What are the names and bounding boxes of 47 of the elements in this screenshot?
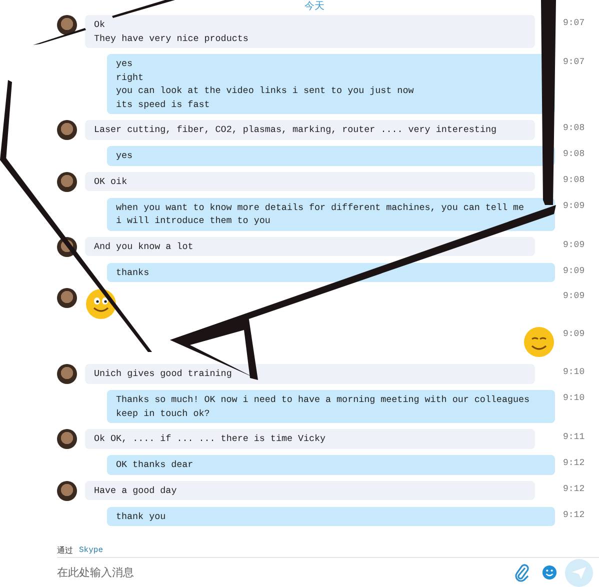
message-time: 9:08 — [563, 122, 586, 133]
message-bubble: yes — [107, 146, 555, 166]
message-time: 9:12 — [563, 482, 586, 494]
contact-avatar[interactable] — [57, 429, 77, 449]
skype-link[interactable]: Skype — [79, 546, 104, 554]
message-time: 9:08 — [563, 174, 586, 184]
message-bubble: Ok They have very nice products — [85, 15, 535, 48]
via-label: 通过 — [57, 544, 73, 556]
send-icon — [571, 566, 587, 580]
message-time: 9:12 — [563, 457, 586, 468]
contact-avatar[interactable] — [57, 480, 77, 500]
message-input-field[interactable]: 在此处输入消息 — [57, 566, 514, 579]
message-time: 9:09 — [563, 290, 586, 301]
smiley-emoji-icon — [523, 326, 555, 358]
date-divider: 今天 — [304, 0, 324, 13]
message-bubble: Thanks so much! OK now i need to have a morning meeting with our colleagues keep in touch ok? — [107, 390, 555, 423]
message-time: 9:09 — [563, 264, 586, 276]
message-bubble: And you know a lot — [85, 236, 535, 256]
message-time: 9:10 — [563, 366, 586, 377]
emoji-icon[interactable] — [542, 565, 557, 580]
message-time: 9:09 — [563, 200, 586, 210]
message-bubble: thanks — [107, 262, 555, 282]
ink-stroke — [33, 28, 86, 45]
message-bubble: Have a good day — [85, 480, 535, 500]
message-bubble: yes right you can look at the video links i sent to you just now its speed is fast — [107, 54, 555, 114]
message-time: 9:07 — [563, 17, 586, 28]
message-bubble: Unich gives good training — [85, 364, 535, 384]
contact-avatar[interactable] — [57, 120, 77, 140]
message-bubble: Laser cutting, fiber, CO2, plasmas, marking, router .... very interesting — [85, 120, 535, 140]
message-time: 9:08 — [563, 148, 586, 159]
contact-avatar[interactable] — [57, 15, 77, 35]
contact-avatar[interactable] — [57, 364, 77, 384]
message-time: 9:10 — [563, 392, 586, 403]
message-bubble: OK thanks dear — [107, 455, 555, 474]
ink-stroke — [112, 0, 175, 18]
message-time: 9:12 — [563, 508, 586, 520]
message-bubble: OK oik — [85, 172, 535, 191]
paperclip-icon[interactable] — [514, 564, 530, 582]
message-time: 9:09 — [563, 328, 586, 339]
contact-avatar[interactable] — [57, 288, 77, 308]
message-time: 9:07 — [563, 56, 586, 67]
message-bubble: Ok OK, .... if ... ... there is time Vicky — [85, 429, 535, 448]
message-time: 9:11 — [563, 431, 586, 442]
message-bubble: thank you — [107, 506, 555, 526]
contact-avatar[interactable] — [57, 172, 77, 192]
message-time: 9:09 — [563, 238, 586, 250]
message-bubble: when you want to know more details for different machines, you can tell me i will introduce them to you — [107, 198, 555, 230]
